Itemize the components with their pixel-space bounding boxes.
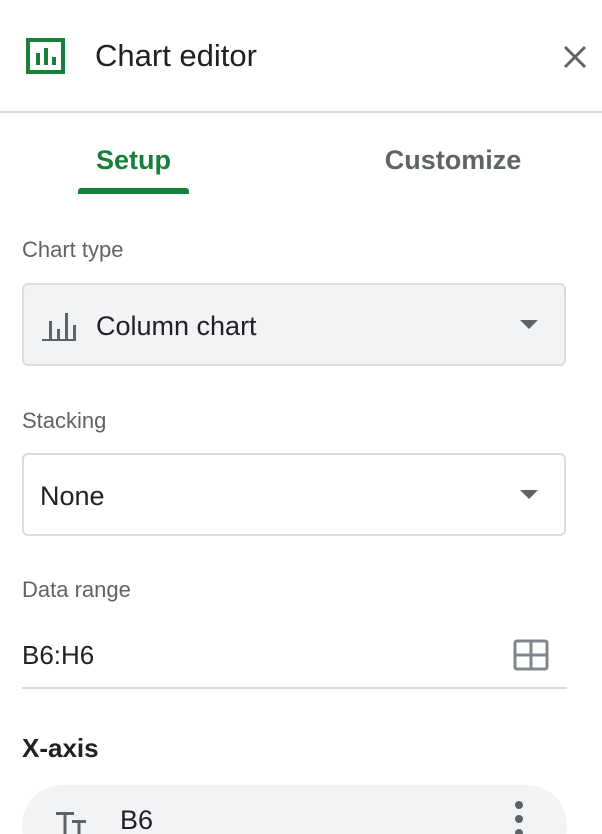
chart-type-label: Chart type <box>22 237 124 262</box>
x-axis-heading: X-axis <box>22 733 99 763</box>
x-axis-series-label: B6 <box>120 805 154 834</box>
active-tab-indicator <box>78 188 189 194</box>
stacking-dropdown[interactable]: None <box>22 453 566 536</box>
chart-type-value: Column chart <box>96 311 257 341</box>
panel-title: Chart editor <box>95 38 257 73</box>
chart-type-dropdown[interactable]: Column chart <box>22 283 566 366</box>
data-range-input[interactable]: B6:H6 <box>22 638 94 672</box>
close-icon[interactable] <box>559 41 591 73</box>
dropdown-arrow-icon <box>520 490 538 499</box>
chart-logo-icon <box>26 38 65 74</box>
text-type-icon <box>56 812 86 834</box>
column-chart-icon <box>42 313 76 341</box>
stacking-label: Stacking <box>22 408 107 433</box>
editor-header: Chart editor <box>0 0 602 113</box>
data-range-underline <box>22 687 567 689</box>
more-vert-icon[interactable] <box>511 799 527 834</box>
tab-customize[interactable]: Customize <box>370 140 536 194</box>
dropdown-arrow-icon <box>520 320 538 329</box>
grid-select-icon[interactable] <box>513 639 549 671</box>
x-axis-series-chip[interactable]: B6 <box>22 785 567 834</box>
stacking-value: None <box>40 481 105 511</box>
tab-setup[interactable]: Setup <box>78 140 189 194</box>
data-range-label: Data range <box>22 577 131 602</box>
